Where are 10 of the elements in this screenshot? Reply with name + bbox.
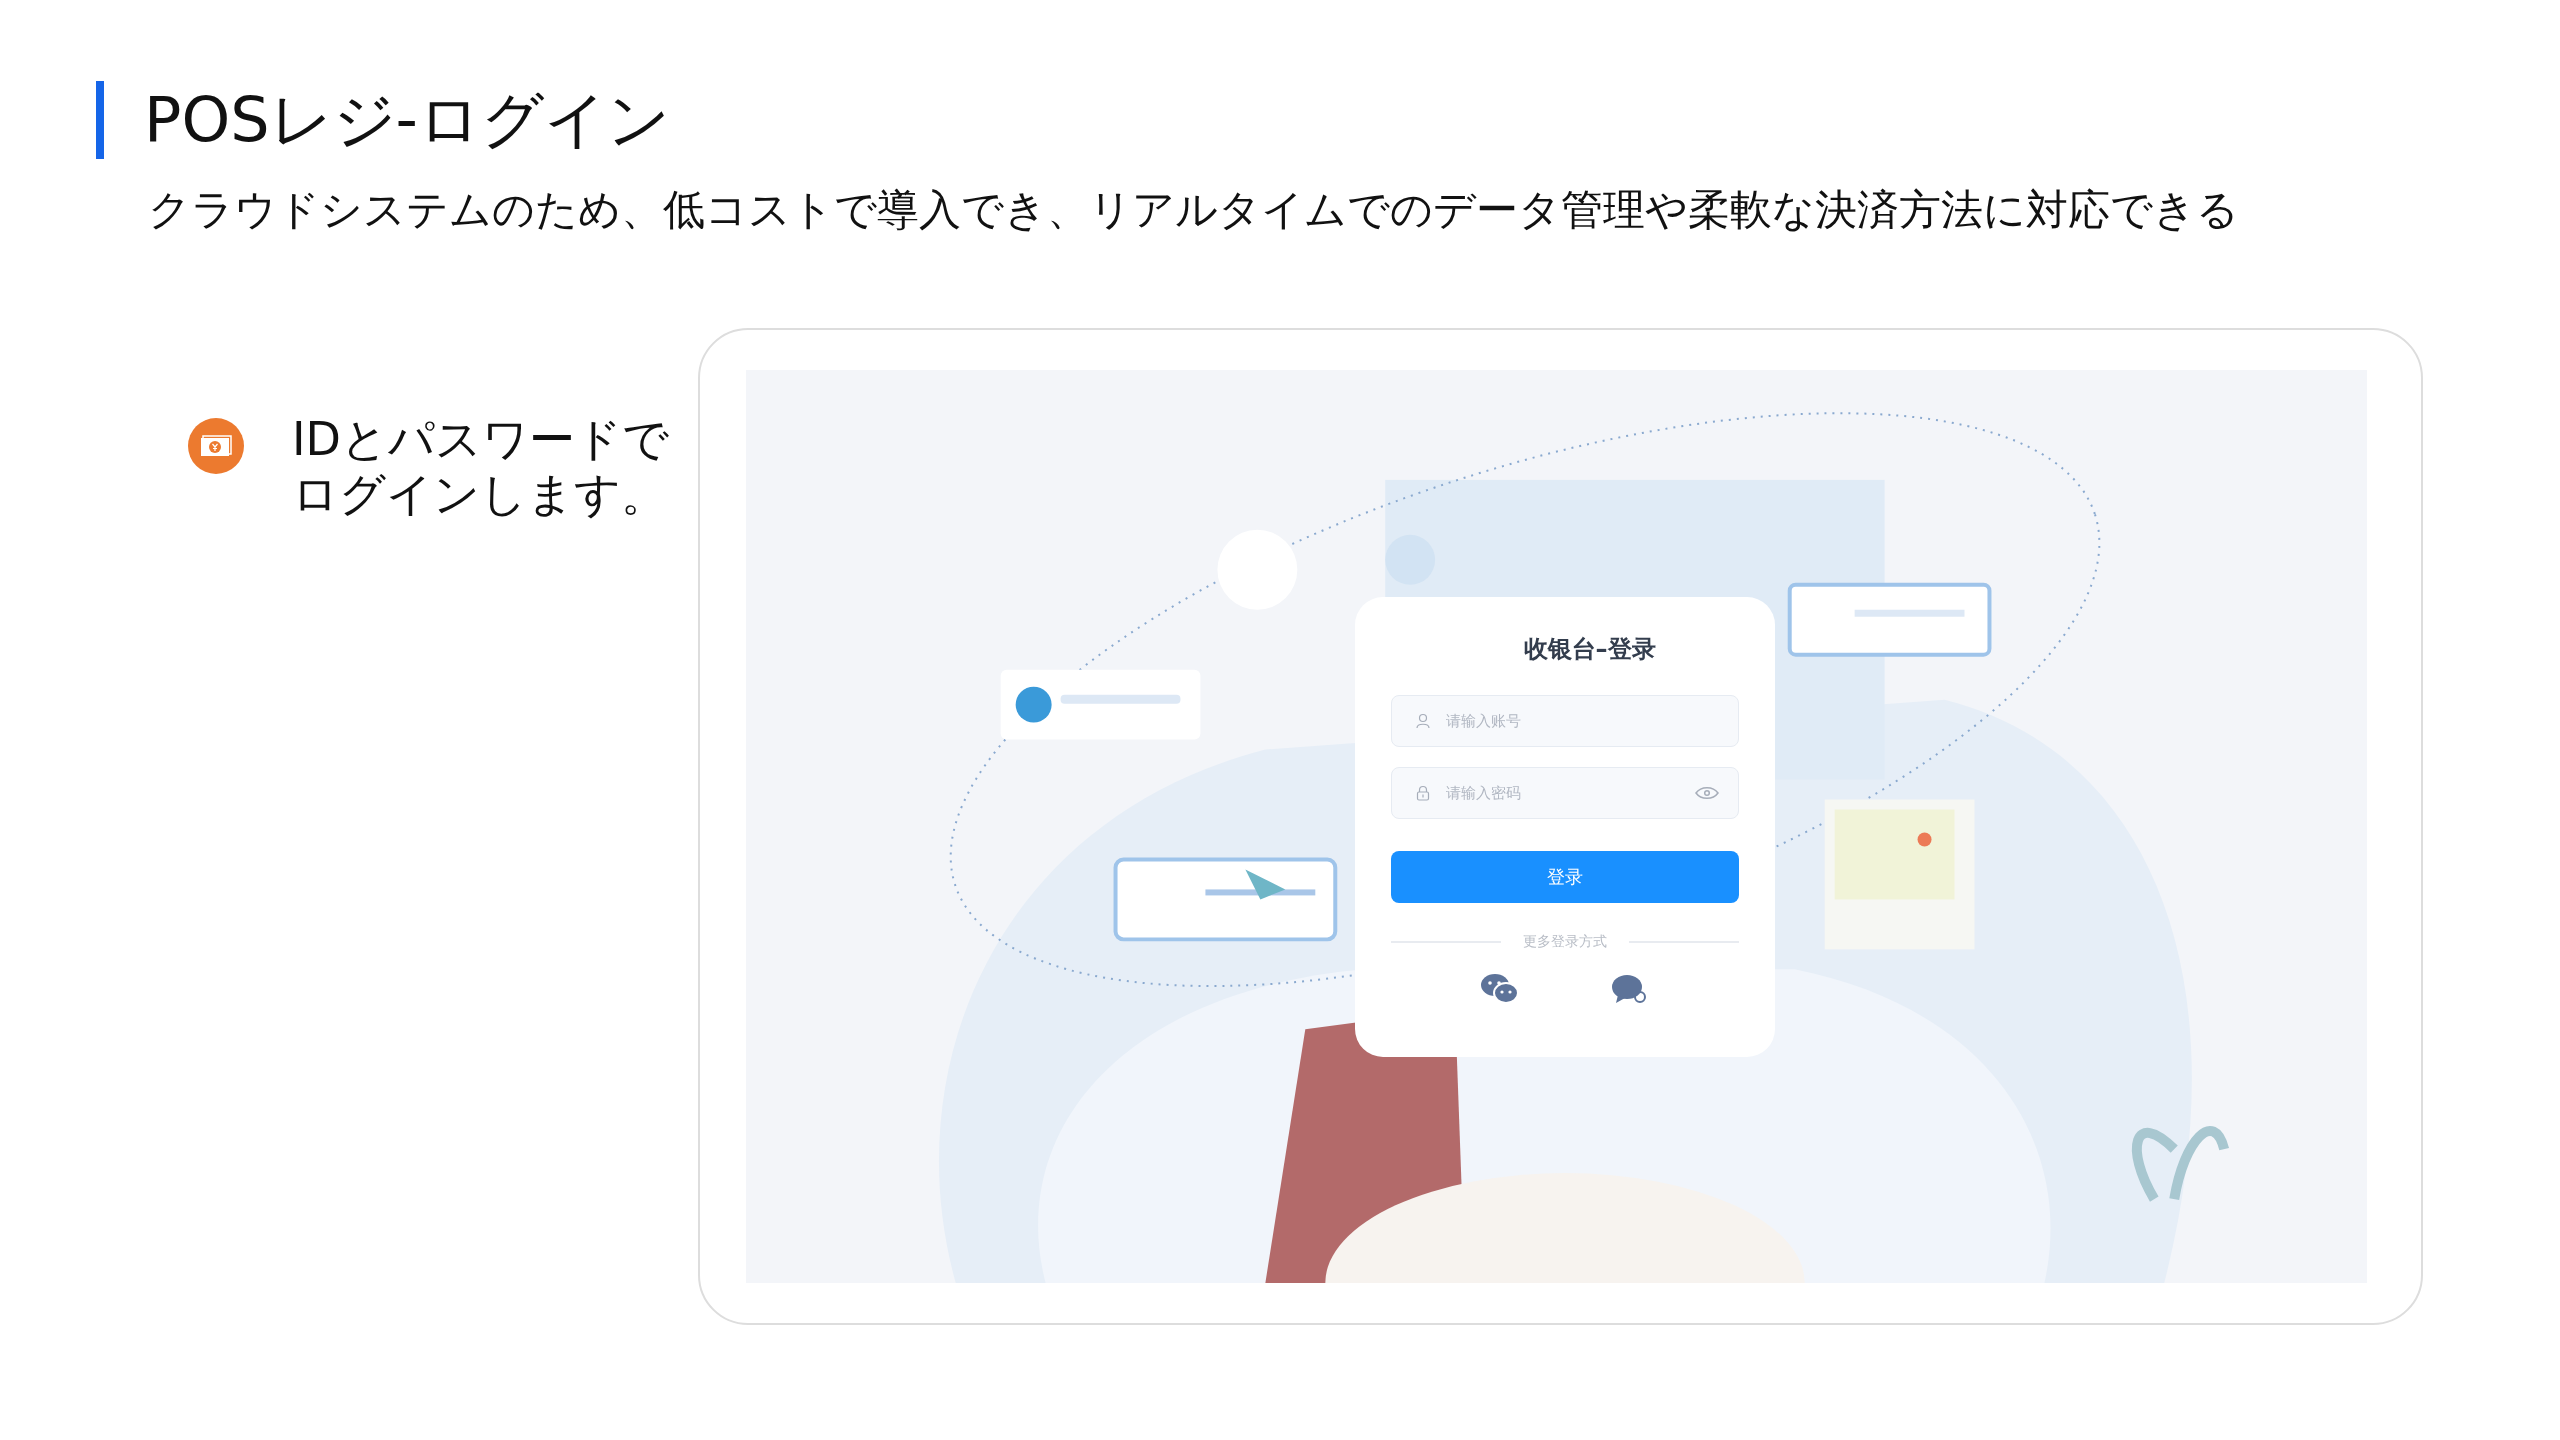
login-button[interactable]: 登录 <box>1390 851 1739 903</box>
banknote-icon <box>188 418 244 474</box>
slide-subtitle: クラウドシステムのため、低コストで導入でき、リアルタイムでのデータ管理や柔軟な決済方法に対応できる <box>148 184 2240 236</box>
input-field[interactable]: 请输入账号 <box>1390 695 1739 747</box>
feature-description: IDとパスワードでログインします。 <box>292 412 670 523</box>
slide-title: POSレジ-ログイン <box>144 82 670 158</box>
input-field[interactable]: 请输入密码 <box>1390 767 1739 819</box>
divider-label: 更多登录方式 <box>1522 933 1607 951</box>
chat-bubbles-icon[interactable] <box>1479 973 1520 1005</box>
login-title: 收银台–登录 <box>1522 634 1657 665</box>
